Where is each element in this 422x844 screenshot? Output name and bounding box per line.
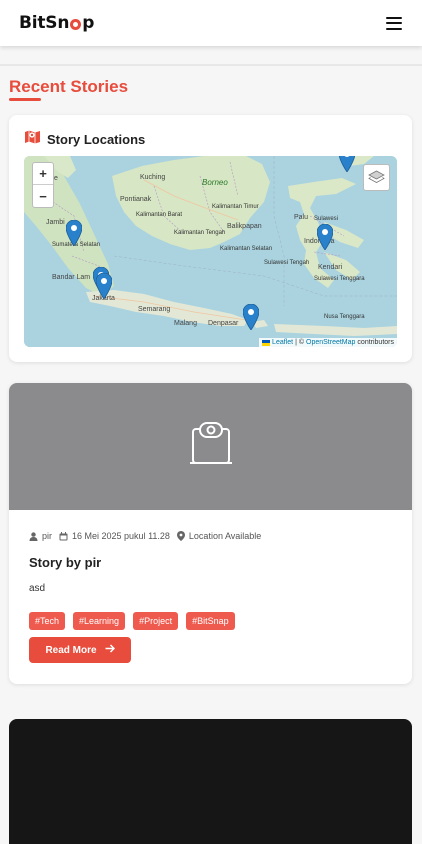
story-map[interactable]: Kuching Borneo Pontianak Kalimantan Bara… xyxy=(24,156,397,347)
story-image-placeholder[interactable] xyxy=(9,383,412,510)
map-label-kalimantan-tengah: Kalimantan Tengah xyxy=(174,230,226,236)
map-label-kalimantan-timur: Kalimantan Timur xyxy=(212,204,259,210)
location-pin-icon xyxy=(176,531,185,541)
map-label-kuching: Kuching xyxy=(140,174,166,181)
map-zoom-control: + − xyxy=(32,162,54,208)
map-label-sulawesi-tenggara: Sulawesi Tenggara xyxy=(314,276,365,282)
map-label-balikpapan: Balikpapan xyxy=(227,223,262,230)
map-label-palu: Palu xyxy=(294,214,309,221)
zoom-out-button[interactable]: − xyxy=(33,185,53,207)
map-label-sulawesi: Sulawesi xyxy=(314,216,339,222)
map-marker-icon[interactable] xyxy=(95,272,113,300)
layers-icon[interactable] xyxy=(363,164,390,191)
map-label-jambi: Jambi xyxy=(46,219,65,226)
read-more-button[interactable]: Read More xyxy=(29,637,131,663)
map-label-kalimantan-selatan: Kalimantan Selatan xyxy=(220,246,273,252)
section-title: Recent Stories xyxy=(9,77,129,96)
zoom-in-button[interactable]: + xyxy=(33,163,53,185)
tag-project[interactable]: #Project xyxy=(133,612,179,630)
story-locations-header: Story Locations xyxy=(24,129,145,149)
story-meta: pir 16 Mei 2025 pukul 11.28 Location Ava… xyxy=(29,531,261,541)
osm-link[interactable]: OpenStreetMap xyxy=(306,339,355,346)
map-icon xyxy=(24,129,41,149)
map-label-nusa-tenggara: Nusa Tenggara xyxy=(324,314,365,320)
story-card: pir 16 Mei 2025 pukul 11.28 Location Ava… xyxy=(9,383,412,684)
map-attribution: Leaflet | © OpenStreetMap contributors xyxy=(259,338,397,347)
map-label-pontianak: Pontianak xyxy=(120,196,152,203)
leaflet-link[interactable]: Leaflet xyxy=(272,339,293,346)
map-label-sulawesi-tengah: Sulawesi Tengah xyxy=(264,260,310,266)
attribution-suffix: contributors xyxy=(357,339,394,346)
read-more-label: Read More xyxy=(45,644,97,656)
tag-bitsnap[interactable]: #BitSnap xyxy=(186,612,235,630)
attribution-separator: | © xyxy=(295,339,304,346)
story-date-text: 16 Mei 2025 pukul 11.28 xyxy=(72,531,170,541)
webcam-icon xyxy=(188,421,234,472)
story-author-name: pir xyxy=(42,531,53,541)
story-date: 16 Mei 2025 pukul 11.28 xyxy=(59,531,170,541)
map-marker-icon[interactable] xyxy=(242,303,260,331)
map-label-bandar-lampung: Bandar Lam xyxy=(52,274,91,281)
user-icon xyxy=(29,531,38,541)
story-location-text: Location Available xyxy=(188,531,262,541)
hamburger-icon[interactable] xyxy=(386,16,402,30)
arrow-right-icon xyxy=(105,644,115,656)
map-label-kalimantan-barat: Kalimantan Barat xyxy=(136,212,183,218)
map-marker-icon[interactable] xyxy=(316,223,334,251)
divider xyxy=(0,64,422,66)
story-card-image[interactable] xyxy=(9,719,412,844)
map-marker-icon[interactable] xyxy=(338,156,356,173)
map-label-denpasar: Denpasar xyxy=(208,320,239,327)
story-tags: #Tech #Learning #Project #BitSnap xyxy=(29,612,235,630)
map-label-semarang: Semarang xyxy=(138,306,171,313)
story-author: pir xyxy=(29,531,52,541)
app-header: BitSn p xyxy=(0,0,422,46)
logo-text-suffix: p xyxy=(82,13,95,33)
story-location: Location Available xyxy=(176,531,262,541)
logo-text-prefix: BitSn xyxy=(19,13,70,33)
map-label-borneo: Borneo xyxy=(202,178,228,187)
story-locations-title: Story Locations xyxy=(47,131,146,147)
section-title-underline xyxy=(9,98,41,101)
logo-o-icon xyxy=(70,18,82,30)
flag-icon xyxy=(262,339,271,346)
map-label-malang: Malang xyxy=(174,320,197,327)
brand-logo[interactable]: BitSn p xyxy=(19,13,94,33)
story-locations-card: Story Locations Kuching Borneo Pontianak… xyxy=(9,115,412,362)
story-description: asd xyxy=(29,583,46,594)
map-marker-icon[interactable] xyxy=(65,219,83,247)
story-title[interactable]: Story by pir xyxy=(29,555,101,570)
tag-tech[interactable]: #Tech xyxy=(29,612,66,630)
calendar-icon xyxy=(59,531,68,540)
map-label-kendari: Kendari xyxy=(318,264,343,271)
tag-learning[interactable]: #Learning xyxy=(73,612,126,630)
